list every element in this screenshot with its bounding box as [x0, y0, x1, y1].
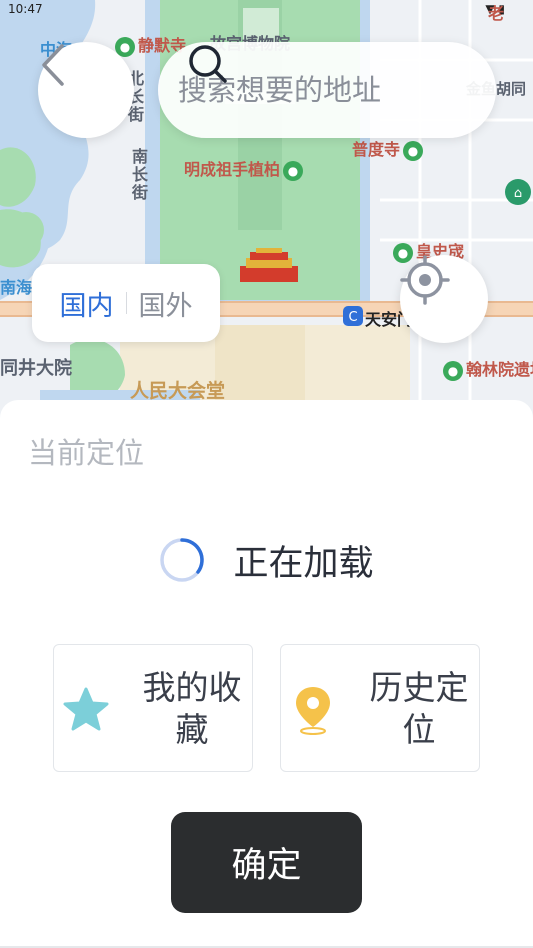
back-button[interactable]: [38, 42, 134, 138]
map-pin-icon: [296, 687, 330, 735]
map-label-nanchang-jie: 南长街: [132, 147, 149, 202]
search-icon: [189, 45, 227, 83]
map-label-pudu-temple: 普度寺 ●: [352, 136, 426, 161]
history-card[interactable]: 历史定位: [280, 644, 480, 772]
confirm-button[interactable]: 确定: [171, 812, 362, 913]
chevron-left-icon: [42, 44, 64, 86]
map-label-mingcheng: 明成祖手植柏 ●: [184, 156, 306, 181]
svg-text:C: C: [348, 310, 357, 325]
search-bar[interactable]: [158, 42, 496, 138]
svg-text:⌂: ⌂: [514, 186, 522, 201]
location-sheet: 当前定位 正在加载 我的收藏 历史定位 确定: [0, 400, 533, 948]
map-label-hanlin: ●翰林院遗址: [440, 356, 533, 381]
locate-button[interactable]: [400, 255, 488, 343]
loading-text: 正在加载: [233, 543, 374, 584]
loading-indicator: 正在加载: [0, 536, 533, 584]
map-view[interactable]: ⌂ C 10:47 ▼ ▮ ●静默寺 故宫博物院 中海 老 金鱼胡同 北长街 南…: [0, 0, 533, 420]
region-toggle[interactable]: 国内 国外: [32, 264, 220, 342]
current-location-title: 当前定位: [28, 436, 145, 470]
crosshair-locate-icon: [400, 255, 450, 305]
favorites-label: 我的收藏: [142, 668, 242, 749]
map-label-tongjing: 同井大院: [0, 358, 72, 379]
poi-icon: ●: [443, 360, 463, 381]
history-label: 历史定位: [369, 668, 469, 749]
star-icon: [63, 687, 109, 731]
region-domestic-option[interactable]: 国内: [48, 284, 126, 323]
poi-icon: ●: [403, 140, 424, 161]
map-label-lao: 老: [488, 4, 505, 23]
status-time: 10:47: [8, 2, 43, 16]
favorites-card[interactable]: 我的收藏: [53, 644, 253, 772]
loading-spinner-icon: [160, 538, 205, 582]
map-label-nanhai: 南海: [0, 278, 33, 297]
poi-icon: ●: [283, 160, 304, 181]
region-abroad-option[interactable]: 国外: [127, 284, 205, 323]
map-label-great-hall: 人民大会堂: [130, 380, 226, 402]
